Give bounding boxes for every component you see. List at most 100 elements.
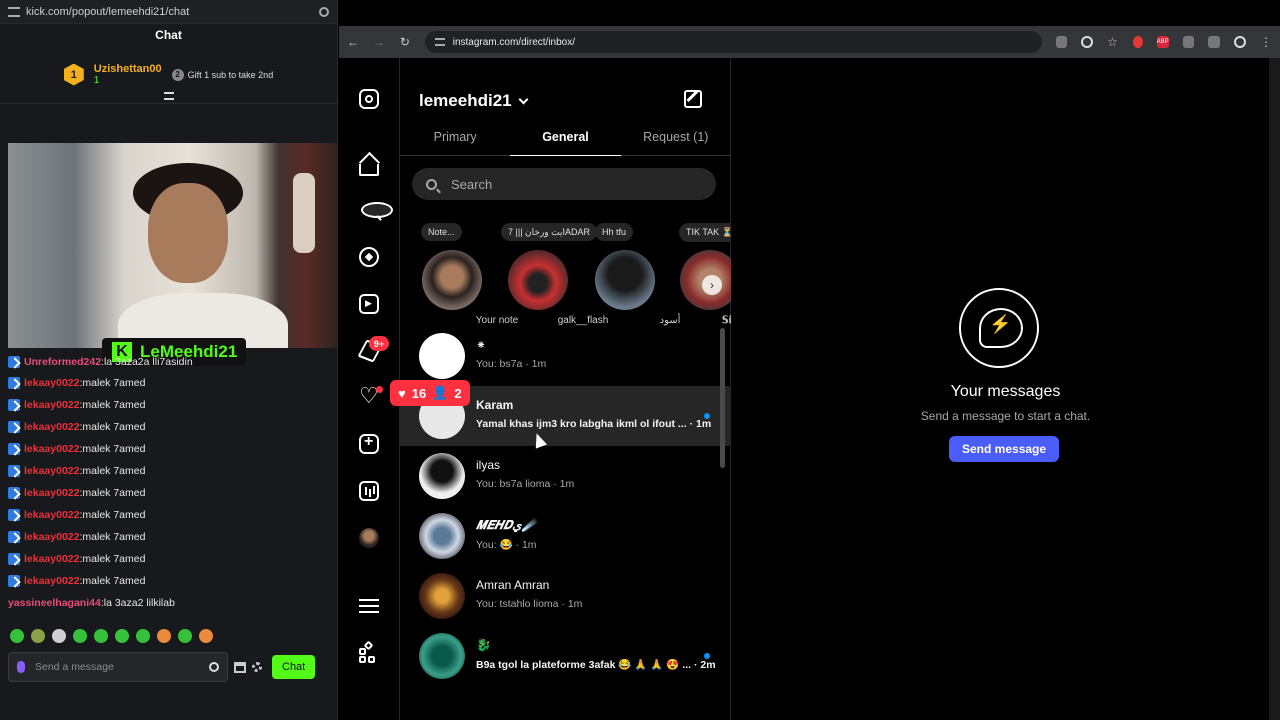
page-scrollbar[interactable] [1269,58,1280,720]
emote-icon[interactable] [31,629,45,643]
kebab-menu-icon[interactable]: ⋮ [1260,36,1272,48]
chat-username[interactable]: lekaay0022 [24,487,79,499]
unread-dot [704,653,710,659]
gear-icon[interactable] [252,662,262,672]
tab-requests[interactable]: Request (1) [621,124,731,155]
note-avatar[interactable] [595,250,655,310]
verified-badge-icon [8,509,20,521]
leader-sub-count: 1 [93,75,100,86]
record-extension-icon[interactable] [1132,36,1143,48]
note-bubble[interactable]: Note... [421,223,462,241]
search-input[interactable]: Search [412,168,716,200]
thread-name: Amran Amran [476,578,550,592]
note-avatar[interactable] [508,250,568,310]
address-url: instagram.com/direct/inbox/ [452,36,576,48]
webcam-guitar [293,173,315,253]
dashboard-icon[interactable] [359,481,379,501]
adblock-extension-icon[interactable]: ABP [1156,36,1169,48]
note-bubble[interactable]: ايت ورخان ||| 7ADAR [501,223,597,241]
thread-row[interactable]: ⁕ You: bs7a · 1m [400,326,731,386]
extensions-puzzle-icon[interactable] [1182,36,1195,48]
empty-subtitle: Send a message to start a chat. [920,409,1091,423]
chat-username[interactable]: lekaay0022 [24,531,79,543]
site-settings-icon[interactable] [8,6,20,17]
emoji-picker-icon[interactable] [209,662,219,672]
tab-primary[interactable]: Primary [400,124,510,155]
new-message-icon[interactable] [684,90,702,108]
chevron-right-icon[interactable]: › [702,275,722,295]
address-bar[interactable]: instagram.com/direct/inbox/ [424,31,1042,53]
bookmark-star-icon[interactable]: ☆ [1107,36,1119,48]
home-icon[interactable] [359,164,379,176]
chat-username[interactable]: lekaay0022 [24,509,79,521]
media-control-icon[interactable] [1208,36,1221,48]
more-menu-icon[interactable] [359,599,379,613]
emote-icon[interactable] [10,629,24,643]
emote-icon[interactable] [115,629,129,643]
chat-username[interactable]: lekaay0022 [24,399,79,411]
filter-icon[interactable] [164,92,174,100]
instagram-logo-icon[interactable] [359,89,379,109]
install-app-icon[interactable] [1055,36,1068,48]
explore-compass-icon[interactable] [359,247,379,267]
chat-username[interactable]: Unreformed242 [24,356,101,368]
chat-username[interactable]: lekaay0022 [24,443,79,455]
thread-list-scrollbar[interactable] [720,328,725,468]
chat-username[interactable]: yassineelhagani44 [8,597,101,609]
zoom-icon[interactable] [319,6,329,17]
leader-username[interactable]: Uzishettan00 [94,63,162,75]
profile-avatar[interactable] [359,528,379,548]
create-icon[interactable] [359,433,379,454]
profile-icon[interactable] [1234,36,1246,48]
note-bubble[interactable]: Hh tfu [595,223,634,241]
tab-general[interactable]: General [510,124,621,156]
chat-text: malek 7amed [82,531,146,543]
reload-icon[interactable]: ↻ [399,36,411,48]
reels-icon[interactable] [359,294,379,314]
forward-icon[interactable]: → [373,36,385,48]
emote-icon[interactable] [157,629,171,643]
chat-username[interactable]: lekaay0022 [24,377,79,389]
account-username: lemeehdi21 [419,91,512,110]
chat-username[interactable]: lekaay0022 [24,465,79,477]
mic-icon[interactable] [17,661,25,673]
emote-icon[interactable] [178,629,192,643]
note-name: Your note [475,315,519,326]
emote-icon[interactable] [136,629,150,643]
thread-row[interactable]: 𝑴𝑬𝑯𝑫ي☄️ You: 😂 · 1m [400,506,731,566]
chat-text: malek 7amed [82,421,146,433]
verified-badge-icon [8,553,20,565]
chat-send-button[interactable]: Chat [272,655,316,679]
account-switcher[interactable]: lemeehdi21 [419,91,529,111]
thread-preview: You: tstahlo lioma · 1m [476,598,583,610]
thread-row[interactable]: 🐉 B9a tgol la plateforme 3afak 😂 🙏 🙏 😍 .… [400,626,731,686]
verified-badge-icon [8,487,20,499]
chat-username[interactable]: lekaay0022 [24,553,79,565]
note-avatar[interactable] [422,250,482,310]
thread-row[interactable]: ilyas You: bs7a lioma · 1m [400,446,731,506]
chat-message: lekaay0022: malek 7amed [8,394,328,416]
thread-name: ilyas [476,458,501,472]
chat-username[interactable]: lekaay0022 [24,421,79,433]
note-bubble[interactable]: TIK TAK ⏳ [679,223,731,242]
back-icon[interactable]: ← [347,36,359,48]
also-from-meta-icon[interactable] [359,640,379,663]
chat-text: malek 7amed [82,553,146,565]
store-icon[interactable] [234,661,246,673]
emote-icon[interactable] [94,629,108,643]
person-icon: 👤 [432,385,449,400]
chat-text: malek 7amed [82,509,146,521]
search-icon[interactable] [361,202,393,218]
emote-icon[interactable] [199,629,213,643]
chat-username[interactable]: lekaay0022 [24,575,79,587]
site-info-icon[interactable] [434,38,445,46]
thread-row[interactable]: Amran Amran You: tstahlo lioma · 1m [400,566,731,626]
gift-prompt[interactable]: 2 Gift 1 sub to take 2nd [171,68,273,81]
emote-icon[interactable] [52,629,66,643]
emote-icon[interactable] [73,629,87,643]
zoom-icon[interactable] [1081,36,1094,48]
send-message-button[interactable]: Send message [949,436,1060,462]
chat-message-input[interactable]: Send a message [8,652,228,682]
thread-preview: B9a tgol la plateforme 3afak 😂 🙏 🙏 😍 ...… [476,659,716,671]
chat-message: lekaay0022: malek 7amed [8,570,328,592]
